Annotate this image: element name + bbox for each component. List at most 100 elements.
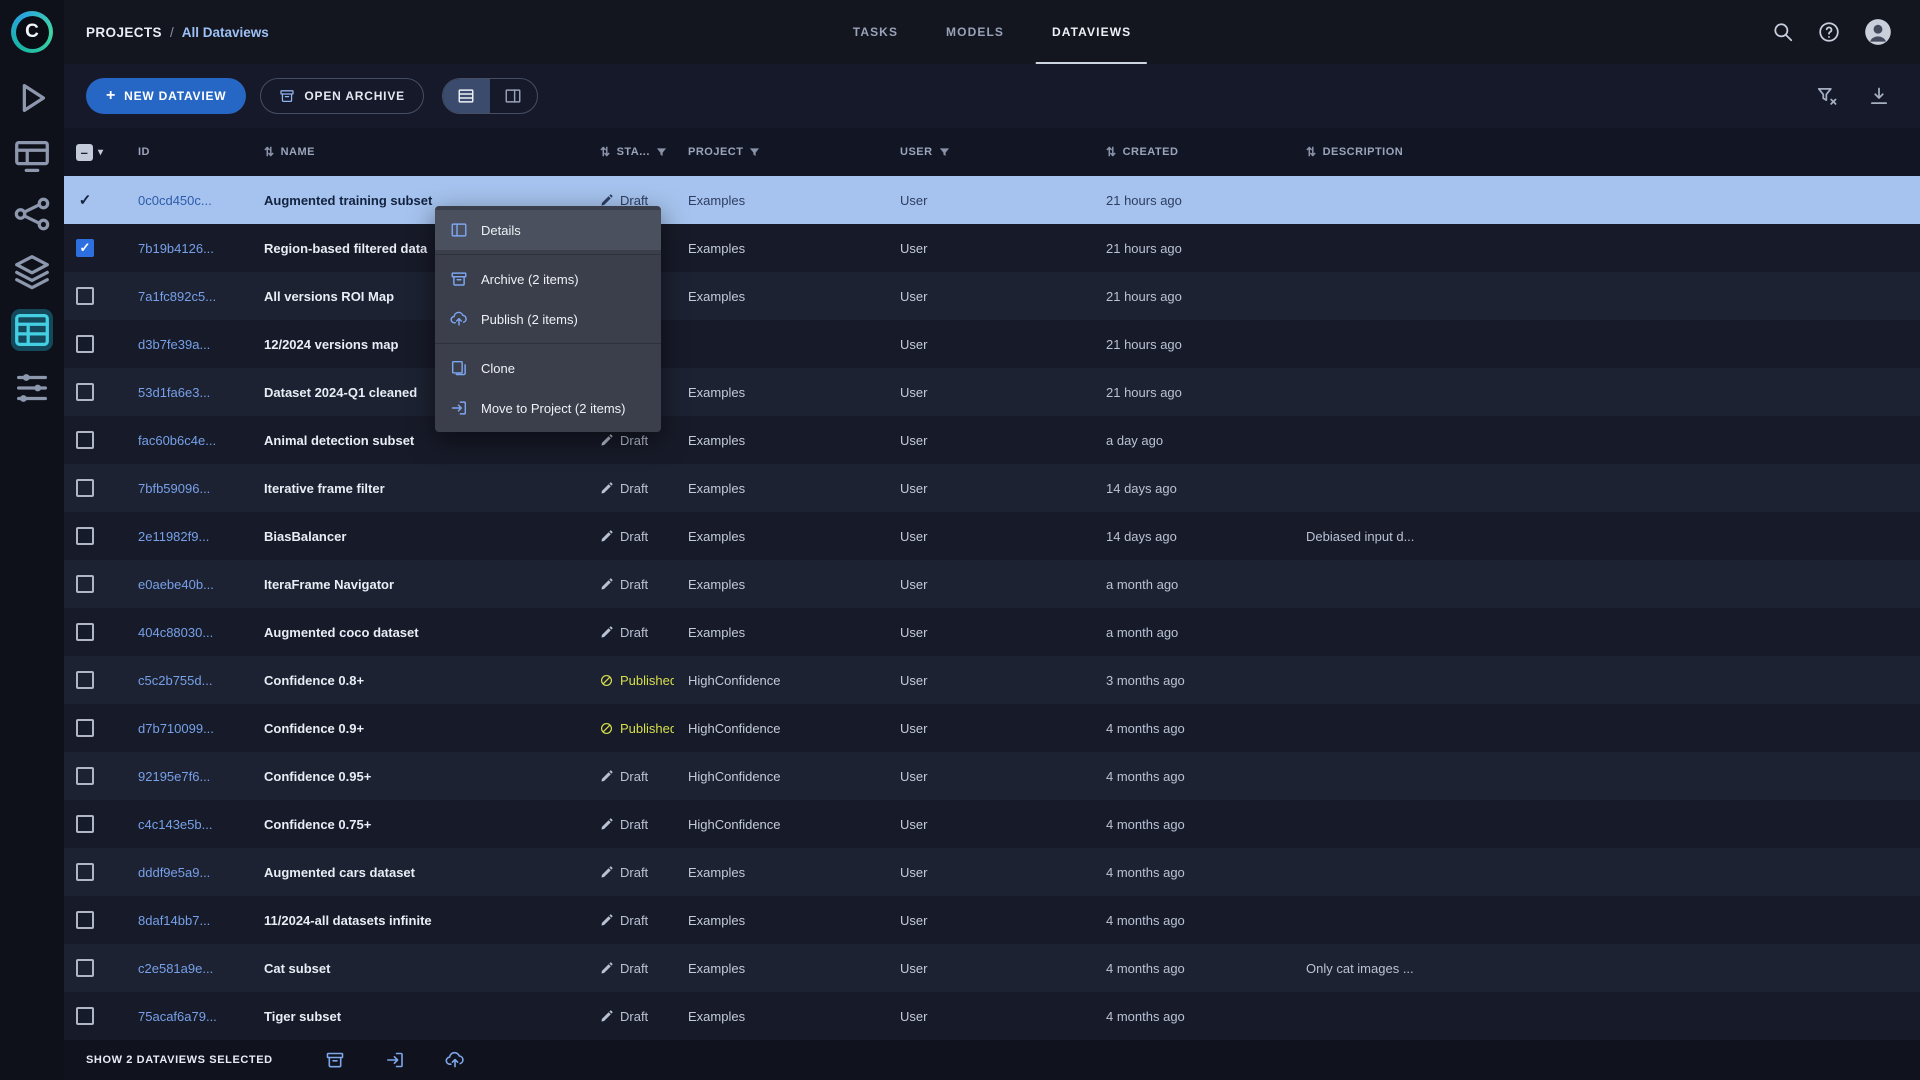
avatar[interactable] [1864, 18, 1892, 46]
sidebar-item-projects[interactable] [11, 77, 53, 119]
table-row[interactable]: 7bfb59096... Iterative frame filter Draft E… [64, 464, 1920, 512]
table-row[interactable]: dddf9e5a9... Augmented cars dataset Draft E… [64, 848, 1920, 896]
row-checkbox[interactable] [76, 335, 94, 353]
column-header-created[interactable]: ⇅ CREATED [1092, 145, 1292, 159]
dataview-id-link[interactable]: fac60b6c4e... [124, 433, 250, 448]
dataview-id-link[interactable]: 7b19b4126... [124, 241, 250, 256]
table-row[interactable]: c2e581a9e... Cat subset Draft Examples User 4… [64, 944, 1920, 992]
dataview-id-link[interactable]: dddf9e5a9... [124, 865, 250, 880]
column-header-name[interactable]: ⇅ NAME [250, 145, 586, 159]
archive-selected-button[interactable] [325, 1050, 345, 1070]
menu-item-publish-2-items[interactable]: Publish (2 items) [435, 299, 661, 339]
tab-tasks[interactable]: TASKS [829, 0, 922, 64]
sidebar-item-datasets[interactable] [11, 251, 53, 293]
row-checkbox[interactable] [76, 959, 94, 977]
column-header-id[interactable]: ID [124, 146, 250, 158]
chevron-down-icon[interactable]: ▾ [98, 147, 104, 158]
clearml-logo[interactable]: C [11, 11, 53, 53]
sort-icon[interactable]: ⇅ [1106, 145, 1117, 159]
table-row[interactable]: fac60b6c4e... Animal detection subset Draf… [64, 416, 1920, 464]
dataview-id-link[interactable]: 7a1fc892c5... [124, 289, 250, 304]
table-row[interactable]: 75acaf6a79... Tiger subset Draft Examples Us… [64, 992, 1920, 1040]
sort-icon[interactable]: ⇅ [600, 145, 611, 159]
row-checkbox[interactable]: ✓ [76, 239, 94, 257]
split-view-button[interactable] [490, 79, 537, 113]
table-view-button[interactable] [442, 79, 490, 113]
table-row[interactable]: 7a1fc892c5...All versions ROI MapDraftEx… [64, 272, 1920, 320]
filter-icon[interactable] [656, 147, 667, 158]
table-row[interactable]: d7b710099... Confidence 0.9+ Published High… [64, 704, 1920, 752]
tab-models[interactable]: MODELS [922, 0, 1028, 64]
row-checkbox[interactable] [76, 431, 94, 449]
row-checkbox[interactable] [76, 719, 94, 737]
download-button[interactable] [1868, 85, 1890, 107]
dataview-id-link[interactable]: 8daf14bb7... [124, 913, 250, 928]
dataview-id-link[interactable]: c2e581a9e... [124, 961, 250, 976]
help-icon[interactable] [1818, 21, 1840, 43]
selection-summary[interactable]: SHOW 2 DATAVIEWS SELECTED [86, 1054, 273, 1066]
column-header-description[interactable]: ⇅ DESCRIPTION [1292, 145, 1920, 159]
search-icon[interactable] [1772, 21, 1794, 43]
sidebar-item-workers[interactable] [11, 135, 53, 177]
sidebar-item-pipelines[interactable] [11, 193, 53, 235]
dataview-id-link[interactable]: 0c0cd450c... [124, 193, 250, 208]
column-header-project[interactable]: PROJECT [674, 146, 886, 158]
table-row[interactable]: 92195e7f6... Confidence 0.95+ Draft HighCon… [64, 752, 1920, 800]
table-row[interactable]: c5c2b755d... Confidence 0.8+ Published High… [64, 656, 1920, 704]
filter-icon[interactable] [939, 147, 950, 158]
column-header-status[interactable]: ⇅ STA... [586, 145, 674, 159]
dataview-id-link[interactable]: c5c2b755d... [124, 673, 250, 688]
sort-icon[interactable]: ⇅ [1306, 145, 1317, 159]
row-checkbox[interactable] [76, 1007, 94, 1025]
publish-selected-button[interactable] [445, 1050, 465, 1070]
menu-item-move-to-project-2-items[interactable]: Move to Project (2 items) [435, 388, 661, 428]
table-row[interactable]: ✓ 0c0cd450c... Augmented training subset Dr… [64, 176, 1920, 224]
row-checkbox[interactable]: ✓ [76, 191, 94, 209]
row-checkbox[interactable] [76, 623, 94, 641]
breadcrumb-projects[interactable]: PROJECTS [86, 25, 162, 40]
dataview-id-link[interactable]: c4c143e5b... [124, 817, 250, 832]
dataview-id-link[interactable]: 92195e7f6... [124, 769, 250, 784]
dataview-id-link[interactable]: 75acaf6a79... [124, 1009, 250, 1024]
row-checkbox[interactable] [76, 767, 94, 785]
dataview-id-link[interactable]: 2e11982f9... [124, 529, 250, 544]
table-row[interactable]: d3b7fe39a...12/2024 versions mapDraftUse… [64, 320, 1920, 368]
dataview-id-link[interactable]: d7b710099... [124, 721, 250, 736]
table-row[interactable]: 404c88030... Augmented coco dataset Draft E… [64, 608, 1920, 656]
column-header-user[interactable]: USER [886, 146, 1092, 158]
row-checkbox[interactable] [76, 479, 94, 497]
row-checkbox[interactable] [76, 575, 94, 593]
dataview-id-link[interactable]: 53d1fa6e3... [124, 385, 250, 400]
tab-dataviews[interactable]: DATAVIEWS [1028, 0, 1155, 64]
sidebar-item-reports[interactable] [11, 367, 53, 409]
table-row[interactable]: 53d1fa6e3...Dataset 2024-Q1 cleanedDraft… [64, 368, 1920, 416]
table-row[interactable]: c4c143e5b... Confidence 0.75+ Draft HighCon… [64, 800, 1920, 848]
menu-item-archive-2-items[interactable]: Archive (2 items) [435, 259, 661, 299]
dataview-id-link[interactable]: 404c88030... [124, 625, 250, 640]
sort-icon[interactable]: ⇅ [264, 145, 275, 159]
table-row[interactable]: 2e11982f9... BiasBalancer Draft Examples Use… [64, 512, 1920, 560]
new-dataview-button[interactable]: + NEW DATAVIEW [86, 78, 247, 114]
menu-item-clone[interactable]: Clone [435, 348, 661, 388]
move-selected-button[interactable] [385, 1050, 405, 1070]
indeterminate-checkbox-icon[interactable]: – [76, 143, 93, 161]
menu-item-details[interactable]: Details [435, 210, 661, 250]
row-checkbox[interactable] [76, 815, 94, 833]
row-checkbox[interactable] [76, 527, 94, 545]
table-row[interactable]: 8daf14bb7... 11/2024-all datasets infinit… [64, 896, 1920, 944]
clear-filters-button[interactable] [1816, 85, 1838, 107]
dataview-id-link[interactable]: e0aebe40b... [124, 577, 250, 592]
table-row[interactable]: ✓7b19b4126...Region-based filtered dataD… [64, 224, 1920, 272]
select-all-checkbox[interactable]: – ▾ [64, 143, 124, 161]
row-checkbox[interactable] [76, 911, 94, 929]
row-checkbox[interactable] [76, 383, 94, 401]
table-row[interactable]: e0aebe40b... IteraFrame Navigator Draft Exa… [64, 560, 1920, 608]
dataview-id-link[interactable]: 7bfb59096... [124, 481, 250, 496]
dataview-id-link[interactable]: d3b7fe39a... [124, 337, 250, 352]
row-checkbox[interactable] [76, 287, 94, 305]
open-archive-button[interactable]: OPEN ARCHIVE [260, 78, 424, 114]
row-checkbox[interactable] [76, 863, 94, 881]
row-checkbox[interactable] [76, 671, 94, 689]
sidebar-item-dataviews[interactable] [11, 309, 53, 351]
filter-icon[interactable] [749, 147, 760, 158]
